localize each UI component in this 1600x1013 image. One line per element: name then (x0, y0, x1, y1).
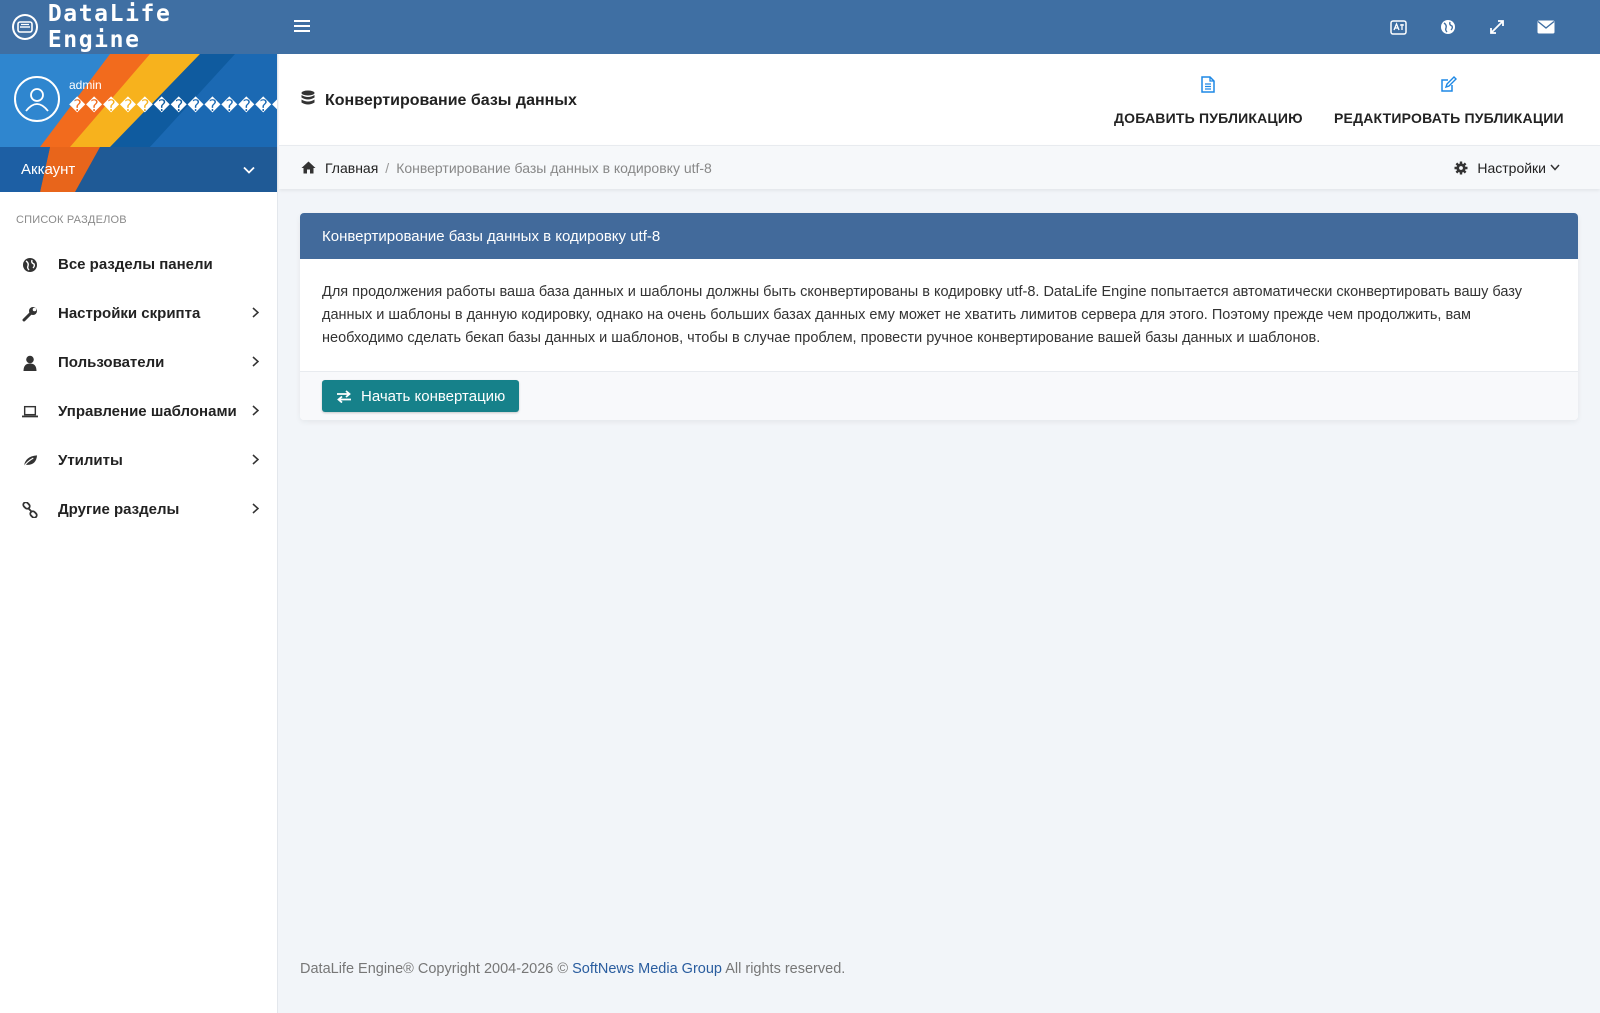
sidebar-item-users[interactable]: Пользователи (0, 338, 277, 387)
edit-publications-label: РЕДАКТИРОВАТЬ ПУБЛИКАЦИИ (1334, 110, 1564, 126)
start-conversion-label: Начать конвертацию (361, 387, 506, 405)
sidebar-menu: Все разделы панели Настройки скрипта Пол… (0, 240, 277, 534)
sidebar-item-label: Другие разделы (58, 501, 180, 518)
conversion-card: Конвертирование базы данных в кодировку … (300, 213, 1578, 420)
sidebar-item-other-sections[interactable]: Другие разделы (0, 485, 277, 534)
dle-logo-icon (12, 14, 38, 40)
chevron-right-icon (252, 501, 260, 519)
card-body-text: Для продолжения работы ваша база данных … (300, 259, 1578, 372)
globe-icon (22, 257, 38, 273)
sidebar-item-utilities[interactable]: Утилиты (0, 436, 277, 485)
brand[interactable]: DataLife Engine (0, 0, 278, 54)
page-title: Конвертирование базы данных (301, 90, 577, 111)
edit-publications-button[interactable]: РЕДАКТИРОВАТЬ ПУБЛИКАЦИИ (1334, 76, 1564, 126)
envelope-icon[interactable] (1521, 0, 1570, 54)
gear-icon (1454, 161, 1468, 175)
sidebar-item-script-settings[interactable]: Настройки скрипта (0, 289, 277, 338)
top-navbar: DataLife Engine (0, 0, 1600, 54)
sidebar-item-templates[interactable]: Управление шаблонами (0, 387, 277, 436)
breadcrumb-home-label: Главная (325, 159, 379, 176)
exchange-icon (336, 389, 352, 403)
footer-copyright: DataLife Engine® Copyright 2004-2026 © (300, 961, 569, 977)
chevron-right-icon (252, 452, 260, 470)
translate-icon[interactable] (1374, 0, 1423, 54)
profile-panel: admin �������������� (0, 54, 277, 147)
card-footer: Начать конвертацию (300, 372, 1578, 420)
account-dropdown[interactable]: Аккаунт (0, 147, 277, 192)
sidebar-item-label: Пользователи (58, 354, 165, 371)
sidebar-item-label: Настройки скрипта (58, 305, 201, 322)
settings-label: Настройки (1477, 159, 1546, 176)
username: admin (69, 78, 102, 92)
page-title-text: Конвертирование базы данных (325, 91, 577, 109)
footer-company-link[interactable]: SoftNews Media Group (572, 961, 722, 977)
expand-icon[interactable] (1472, 0, 1521, 54)
user-role: �������������� (69, 96, 277, 115)
chevron-down-icon (243, 161, 255, 179)
database-icon (301, 90, 315, 111)
chevron-right-icon (252, 305, 260, 323)
settings-dropdown[interactable]: Настройки (1454, 160, 1560, 176)
home-icon (301, 161, 316, 174)
sidebar-item-all-sections[interactable]: Все разделы панели (0, 240, 277, 289)
breadcrumb-current: Конвертирование базы данных в кодировку … (396, 159, 712, 176)
card-title: Конвертирование базы данных в кодировку … (300, 213, 1578, 259)
start-conversion-button[interactable]: Начать конвертацию (322, 380, 520, 412)
sidebar-item-label: Управление шаблонами (58, 403, 237, 420)
sidebar: admin �������������� Аккаунт СПИСОК РАЗД… (0, 54, 278, 1013)
leaf-icon (22, 453, 38, 469)
laptop-icon (22, 404, 38, 420)
user-icon (22, 355, 38, 371)
page-header: Конвертирование базы данных ДОБАВИТЬ ПУБ… (279, 54, 1600, 145)
footer-rights: All rights reserved. (725, 961, 846, 977)
add-publication-label: ДОБАВИТЬ ПУБЛИКАЦИЮ (1114, 110, 1303, 126)
add-publication-button[interactable]: ДОБАВИТЬ ПУБЛИКАЦИЮ (1114, 76, 1303, 126)
breadcrumb-separator: / (385, 159, 390, 176)
brand-name: DataLife Engine (47, 1, 172, 53)
chevron-right-icon (252, 403, 260, 421)
globe-icon[interactable] (1423, 0, 1472, 54)
avatar[interactable] (14, 76, 60, 122)
breadcrumb-home[interactable]: Главная (301, 160, 378, 176)
sidebar-item-label: Все разделы панели (58, 256, 213, 273)
footer: DataLife Engine® Copyright 2004-2026 © S… (300, 961, 845, 977)
edit-icon (1440, 76, 1458, 98)
breadcrumb: Главная / Конвертирование базы данных в … (279, 145, 1600, 189)
file-icon (1201, 76, 1216, 98)
section-title: СПИСОК РАЗДЕЛОВ (16, 214, 127, 226)
chevron-down-icon (1550, 164, 1560, 171)
sidebar-item-label: Утилиты (58, 452, 123, 469)
chevron-right-icon (252, 354, 260, 372)
link-icon (22, 501, 38, 518)
account-label: Аккаунт (21, 161, 76, 178)
menu-toggle-icon[interactable] (294, 16, 310, 39)
wrench-icon (22, 306, 38, 322)
